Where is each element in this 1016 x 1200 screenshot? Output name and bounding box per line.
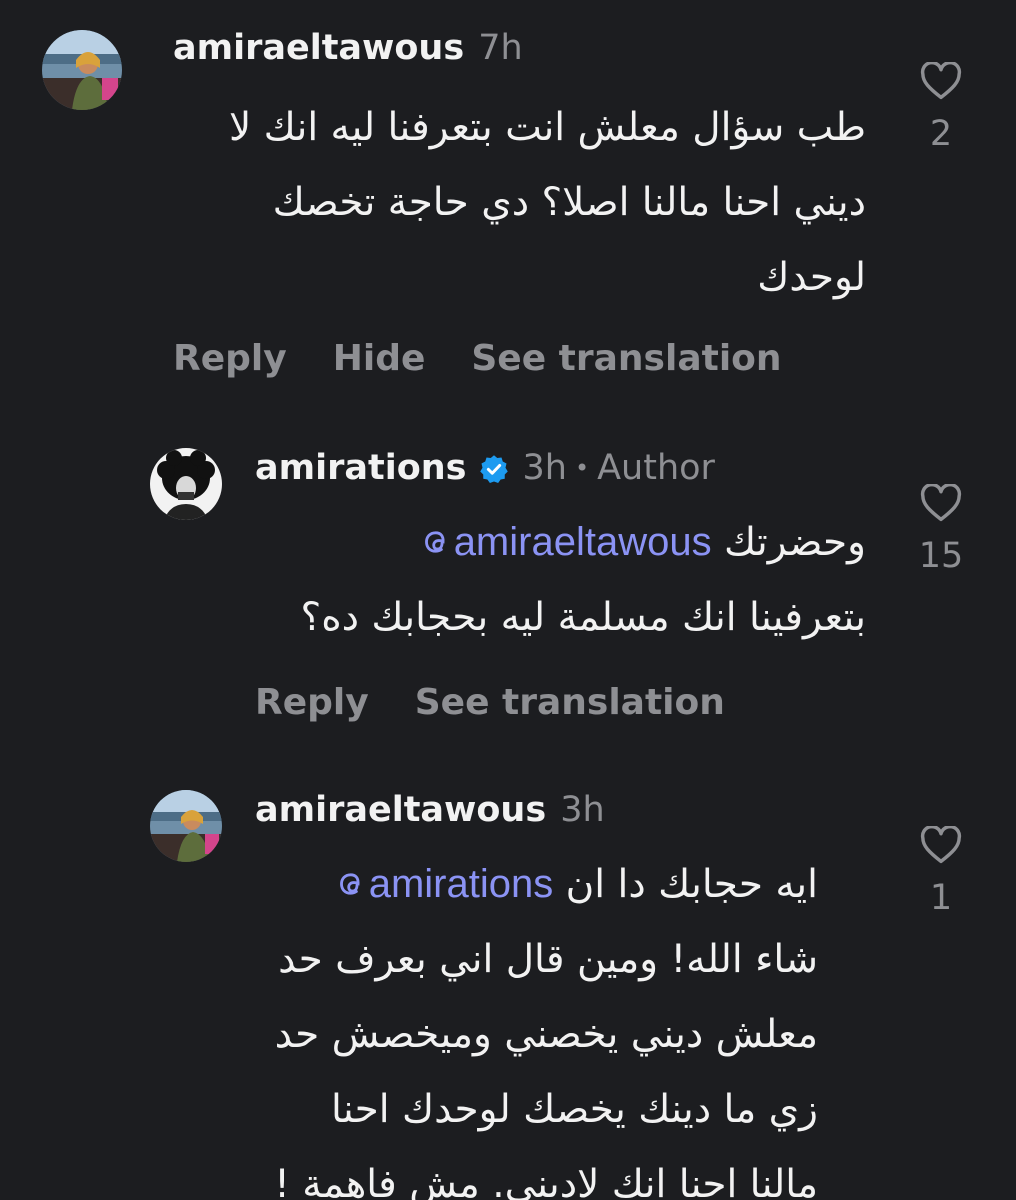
timestamp: 3h: [560, 790, 605, 830]
like-count: 2: [929, 114, 953, 154]
threads-comment-thread: amiraeltawous 7h طب سؤال معلش انت بتعرفن…: [0, 0, 1016, 1200]
username[interactable]: amiraeltawous: [255, 790, 546, 830]
comment-line: شاء الله! ومين قال اني بعرف حد: [278, 937, 818, 982]
comment-line: ايه حجابك دا ان amirations: [198, 847, 818, 922]
avatar[interactable]: [150, 448, 222, 520]
see-translation-button[interactable]: See translation: [415, 682, 725, 723]
mention-link[interactable]: amirations: [333, 847, 554, 922]
comment-line: طب سؤال معلش انت بتعرفنا ليه انك لا: [228, 105, 866, 150]
comment-line: معلش ديني يخصني وميخصش حد: [274, 1012, 818, 1057]
comment-line-text: وحضرتك: [723, 520, 866, 565]
like-button[interactable]: 2: [911, 62, 971, 154]
comment-line: مالنا احنا انك لاديني. مش فاهمة !: [274, 1162, 818, 1200]
timestamp: 3h: [522, 448, 567, 488]
heart-outline-icon: [920, 826, 962, 864]
comment-header: amiraeltawous 3h: [255, 790, 605, 830]
comment-text: ايه حجابك دا ان amirations شاء الله! ومي…: [198, 847, 818, 1200]
like-button[interactable]: 1: [911, 826, 971, 918]
avatar[interactable]: [42, 30, 122, 110]
username[interactable]: amiraeltawous: [173, 28, 464, 68]
comment-line: بتعرفينا انك مسلمة ليه بحجابك ده؟: [300, 595, 866, 640]
reply-button[interactable]: Reply: [255, 682, 369, 723]
threads-at-icon: [339, 873, 360, 895]
hide-button[interactable]: Hide: [333, 338, 426, 379]
like-button[interactable]: 15: [911, 484, 971, 576]
comment-line: زي ما دينك يخصك لوحدك احنا: [330, 1087, 818, 1132]
author-badge: Author: [597, 448, 715, 488]
reply-button[interactable]: Reply: [173, 338, 287, 379]
username[interactable]: amirations: [255, 448, 467, 488]
comment-header: amiraeltawous 7h: [173, 28, 523, 68]
comment-text: وحضرتك amiraeltawous بتعرفينا انك مسلمة …: [226, 505, 866, 655]
comment-line-text: ايه حجابك دا ان: [565, 862, 818, 907]
separator-dot: •: [574, 454, 590, 482]
heart-outline-icon: [920, 62, 962, 100]
heart-outline-icon: [920, 484, 962, 522]
see-translation-button[interactable]: See translation: [471, 338, 781, 379]
comment-line: ديني احنا مالنا اصلا؟ دي حاجة تخصك: [272, 180, 866, 225]
like-count: 1: [929, 878, 953, 918]
comment-header: amirations 3h • Author: [255, 448, 715, 488]
threads-at-icon: [424, 531, 445, 553]
mention-username: amiraeltawous: [453, 520, 712, 564]
comment-line: لوحدك: [757, 255, 866, 300]
comment-actions: Reply See translation: [255, 682, 725, 723]
like-count: 15: [918, 536, 964, 576]
verified-badge-icon: [479, 453, 509, 483]
comment-actions: Reply Hide See translation: [173, 338, 782, 379]
mention-link[interactable]: amiraeltawous: [418, 505, 712, 580]
timestamp: 7h: [478, 28, 523, 68]
comment-text: طب سؤال معلش انت بتعرفنا ليه انك لا ديني…: [146, 90, 866, 315]
mention-username: amirations: [368, 862, 554, 906]
comment-line: وحضرتك amiraeltawous: [226, 505, 866, 580]
